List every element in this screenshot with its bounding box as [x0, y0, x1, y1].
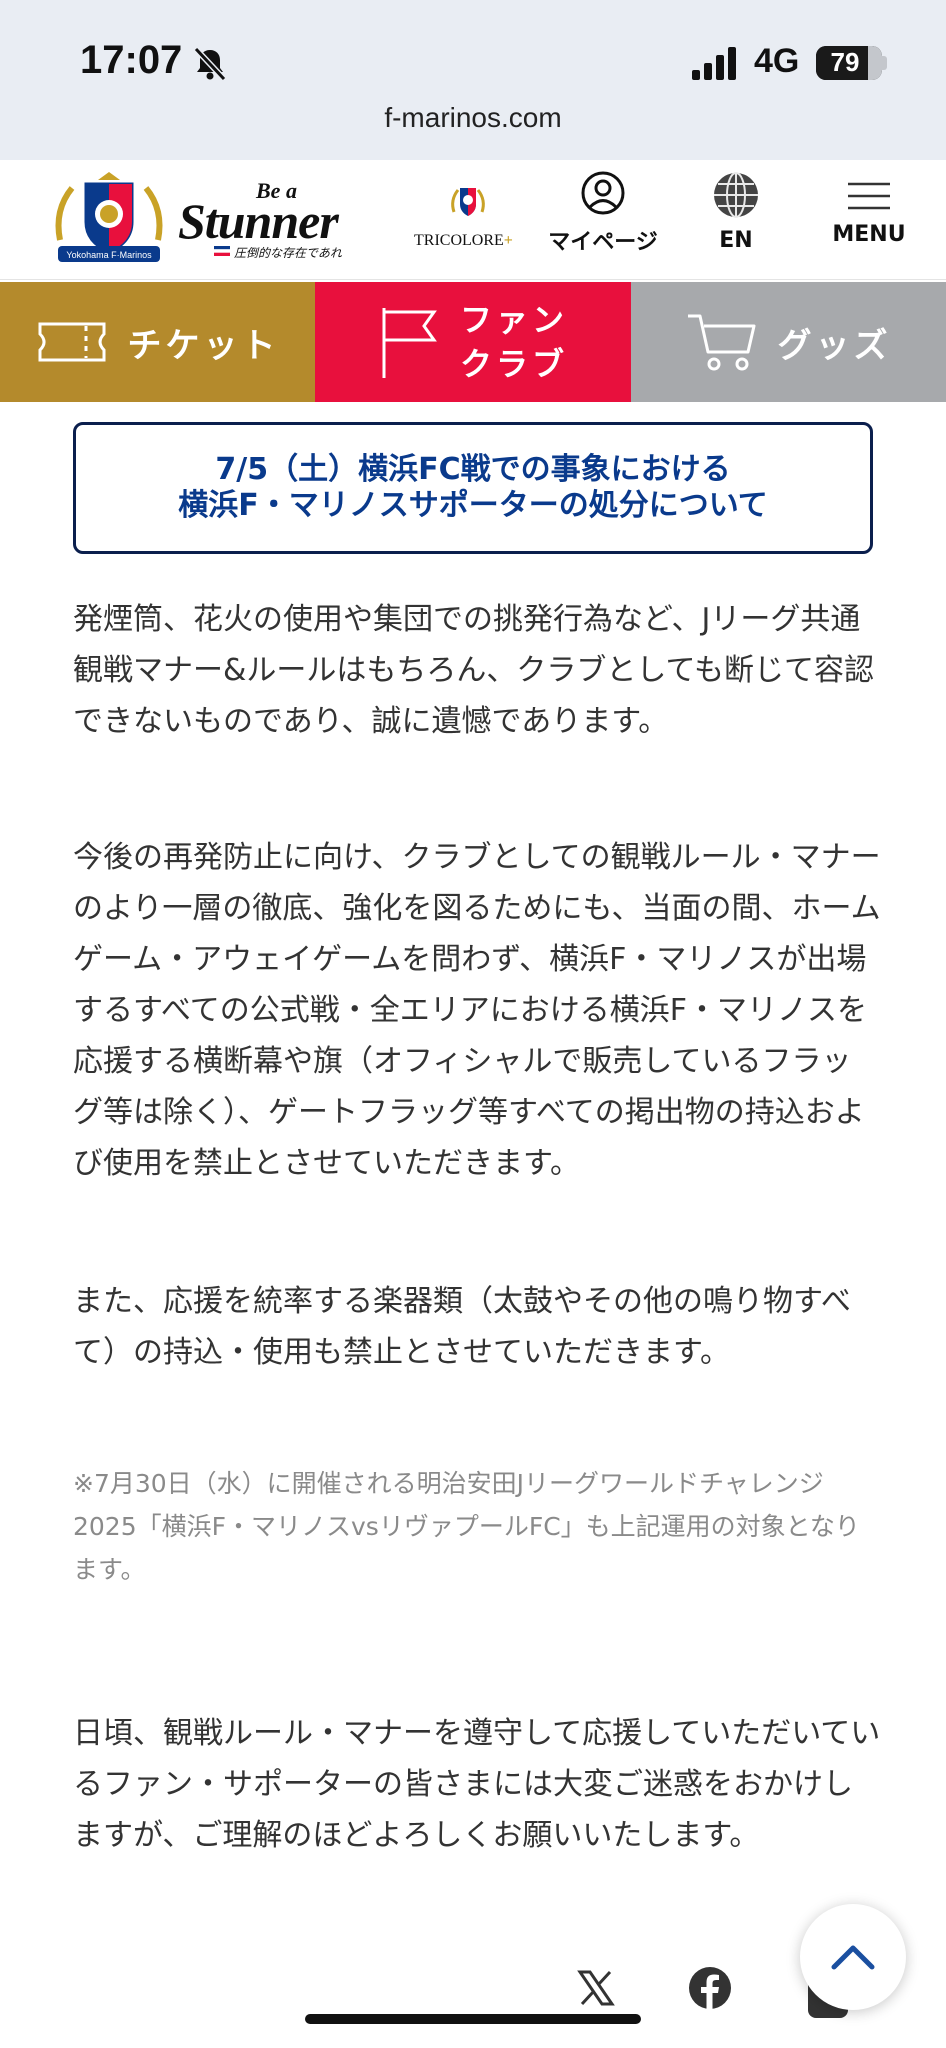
article-note: ※7月30日（水）に開催される明治安田Jリーグワールドチャレンジ2025「横浜F…: [73, 1469, 860, 1584]
mypage-label: マイページ: [548, 230, 658, 255]
article-title-line1: 7/5（土）横浜FC戦での事象における: [215, 452, 731, 487]
user-circle-icon: [581, 171, 625, 215]
battery-icon: 79: [816, 46, 882, 80]
club-crest-logo[interactable]: Yokohama F·Marinos: [50, 170, 168, 270]
tricolore-label: TRICOLORE: [414, 232, 504, 249]
chevron-up-icon: [831, 1945, 875, 1970]
menu-label: MENU: [832, 222, 906, 247]
hamburger-icon: [848, 182, 890, 210]
bell-slash-icon: [193, 46, 227, 82]
tab-fanclub-line1: ファン: [459, 301, 568, 339]
article-paragraph-4: 日頃、観戦ルール・マナーを遵守して応援していただいているファン・サポーターの皆さ…: [73, 1716, 881, 1853]
tab-ticket[interactable]: チケット: [0, 282, 315, 402]
article-paragraph-3: また、応援を統率する楽器類（太鼓やその他の鳴り物すべて）の持込・使用も禁止とさせ…: [73, 1284, 851, 1370]
language-en-button[interactable]: EN: [696, 170, 776, 270]
tab-goods[interactable]: グッズ: [631, 282, 946, 402]
main-nav: チケット ファン クラブ グッズ: [0, 282, 946, 402]
tab-fanclub-line2: クラブ: [459, 345, 568, 383]
site-header: Yokohama F·Marinos Be a Stunner 圧倒的な存在であ…: [0, 160, 946, 280]
tricolore-link[interactable]: TRICOLORE+: [408, 182, 528, 262]
back-to-top-button[interactable]: [800, 1904, 906, 2010]
tricolore-plus: +: [503, 232, 513, 249]
ticket-icon: [38, 322, 105, 362]
menu-button[interactable]: MENU: [822, 170, 916, 270]
en-label: EN: [719, 228, 753, 253]
tab-goods-label: グッズ: [777, 325, 892, 366]
battery-percent: 79: [830, 47, 860, 77]
tricolore-text: TRICOLORE+: [414, 232, 513, 250]
tricolore-crest-icon: [451, 188, 485, 216]
status-bar: 17:07 4G 79 f-marinos.com: [0, 0, 946, 160]
tricolor-flag-icon: [214, 246, 230, 256]
globe-icon: [714, 172, 758, 218]
slogan-main: Stunner: [178, 193, 339, 249]
article-paragraph-1: 発煙筒、花火の使用や集団での挑発行為など、Jリーグ共通観戦マナー&ルールはもちろ…: [73, 602, 874, 739]
mypage-button[interactable]: マイページ: [538, 170, 668, 270]
status-time: 17:07: [80, 38, 183, 82]
home-indicator: [305, 2014, 641, 2024]
article-title-box: 7/5（土）横浜FC戦での事象における 横浜F・マリノスサポーターの処分について: [73, 422, 873, 554]
facebook-icon[interactable]: [688, 1966, 732, 2010]
slogan-sub: 圧倒的な存在であれ: [234, 246, 342, 260]
slogan-logo: Be a Stunner 圧倒的な存在であれ: [178, 178, 368, 264]
battery-nub: [882, 56, 887, 70]
article-paragraph-2: 今後の再発防止に向け、クラブとしての観戦ルール・マナーのより一層の徹底、強化を図…: [73, 840, 881, 1181]
network-type: 4G: [754, 42, 800, 80]
tab-fanclub[interactable]: ファン クラブ: [315, 282, 631, 402]
tab-fanclub-label: ファン クラブ: [460, 298, 568, 386]
address-bar-url[interactable]: f-marinos.com: [0, 102, 946, 134]
svg-text:Yokohama F·Marinos: Yokohama F·Marinos: [66, 250, 152, 260]
flag-icon: [382, 308, 437, 378]
cart-icon: [687, 314, 755, 371]
x-logo-icon[interactable]: [576, 1968, 616, 2008]
cellular-signal-icon: [692, 47, 736, 80]
tab-ticket-label: チケット: [127, 325, 280, 366]
article-title-line2: 横浜F・マリノスサポーターの処分について: [178, 488, 768, 523]
